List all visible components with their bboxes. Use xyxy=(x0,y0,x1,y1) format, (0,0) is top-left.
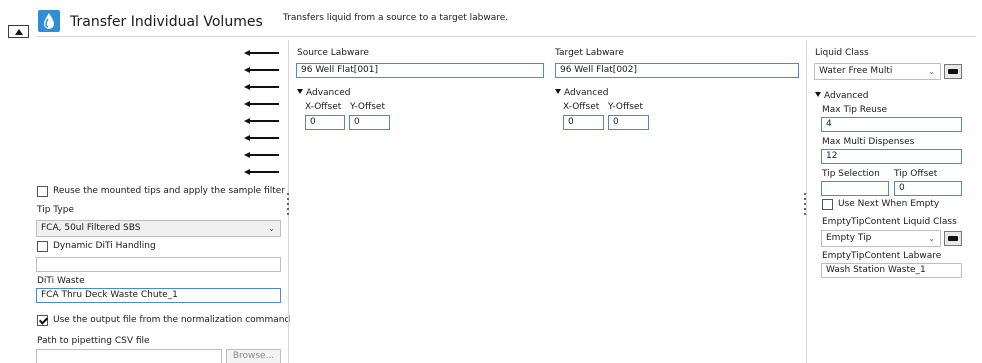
splitter-grip-icon[interactable] xyxy=(804,193,807,219)
expand-triangle-icon xyxy=(815,92,821,97)
source-x-offset-label: X-Offset xyxy=(305,102,342,112)
black-arrow-marker-icon xyxy=(244,84,279,90)
use-output-label: Use the output file from the normalizati… xyxy=(53,315,291,325)
liquid-class-label: Liquid Class xyxy=(815,48,869,58)
liquid-class-editor-icon[interactable] xyxy=(944,64,962,79)
use-next-when-empty-checkbox[interactable] xyxy=(822,199,833,210)
splitter-grip-icon[interactable] xyxy=(287,193,290,219)
target-y-offset-field[interactable]: 0 xyxy=(608,115,649,130)
expand-triangle-icon xyxy=(297,89,303,94)
liquid-advanced-toggle[interactable]: Advanced xyxy=(815,91,868,101)
source-x-offset-field[interactable]: 0 xyxy=(305,115,345,130)
target-labware-field[interactable]: 96 Well Flat[002] xyxy=(555,63,799,78)
dynamic-diti-label: Dynamic DiTi Handling xyxy=(53,241,156,251)
black-arrow-marker-icon xyxy=(244,152,279,158)
tip-offset-field[interactable]: 0 xyxy=(894,181,962,196)
expand-triangle-icon xyxy=(555,89,561,94)
use-next-when-empty-label: Use Next When Empty xyxy=(838,199,940,209)
diti-waste-label: DiTi Waste xyxy=(37,276,85,286)
dynamic-diti-checkbox[interactable] xyxy=(37,241,48,252)
max-tip-reuse-field[interactable]: 4 xyxy=(821,117,962,132)
black-arrow-marker-icon xyxy=(244,67,279,73)
water-drop-icon xyxy=(38,10,60,32)
tip-type-label: Tip Type xyxy=(37,205,74,215)
black-arrow-marker-icon xyxy=(244,118,279,124)
dynamic-diti-field[interactable] xyxy=(36,257,281,272)
browse-button[interactable]: Browse... xyxy=(226,349,281,363)
target-x-offset-field[interactable]: 0 xyxy=(563,115,604,130)
tip-type-value: FCA, 50ul Filtered SBS xyxy=(41,223,141,233)
use-output-checkbox[interactable] xyxy=(37,315,48,326)
target-x-offset-label: X-Offset xyxy=(563,102,600,112)
source-advanced-toggle[interactable]: Advanced xyxy=(297,88,350,98)
collapse-triangle-icon xyxy=(15,29,23,35)
header-divider xyxy=(36,36,976,37)
empty-tip-liquid-class-value: Empty Tip xyxy=(826,233,872,243)
command-description: Transfers liquid from a source to a targ… xyxy=(283,13,509,23)
liquid-class-select[interactable]: Water Free Multi ⌄ xyxy=(814,63,941,80)
tip-type-select[interactable]: FCA, 50ul Filtered SBS ⌄ xyxy=(36,220,281,237)
max-tip-reuse-label: Max Tip Reuse xyxy=(822,105,888,115)
source-labware-label: Source Labware xyxy=(297,48,369,58)
chevron-down-icon: ⌄ xyxy=(928,67,935,76)
empty-tip-labware-field[interactable]: Wash Station Waste_1 xyxy=(821,263,962,278)
target-labware-label: Target Labware xyxy=(555,48,624,58)
max-multi-dispenses-label: Max Multi Dispenses xyxy=(822,137,915,147)
diti-waste-field[interactable]: FCA Thru Deck Waste Chute_1 xyxy=(36,288,281,303)
tip-selection-label: Tip Selection xyxy=(822,169,880,179)
max-multi-dispenses-field[interactable]: 12 xyxy=(821,149,962,164)
empty-tip-labware-label: EmptyTipContent Labware xyxy=(822,251,942,261)
source-y-offset-label: Y-Offset xyxy=(350,102,385,112)
black-arrow-marker-icon xyxy=(244,50,279,56)
black-arrow-marker-icon xyxy=(244,135,279,141)
collapse-panel-button[interactable] xyxy=(8,25,29,38)
target-y-offset-label: Y-Offset xyxy=(608,102,643,112)
csv-path-field[interactable] xyxy=(36,349,222,363)
chevron-down-icon: ⌄ xyxy=(268,224,275,233)
liquid-advanced-label: Advanced xyxy=(824,91,869,101)
tip-offset-label: Tip Offset xyxy=(894,169,938,179)
tip-selection-field[interactable] xyxy=(821,181,889,196)
black-arrow-marker-icon xyxy=(244,101,279,107)
empty-tip-liquid-class-label: EmptyTipContent Liquid Class xyxy=(822,217,957,227)
source-advanced-label: Advanced xyxy=(306,88,351,98)
target-advanced-toggle[interactable]: Advanced xyxy=(555,88,608,98)
empty-tip-liquid-class-select[interactable]: Empty Tip ⌄ xyxy=(821,230,941,247)
csv-path-label: Path to pipetting CSV file xyxy=(37,336,150,346)
source-y-offset-field[interactable]: 0 xyxy=(349,115,390,130)
chevron-down-icon: ⌄ xyxy=(928,234,935,243)
reuse-tips-label: Reuse the mounted tips and apply the sam… xyxy=(53,186,285,196)
source-labware-field[interactable]: 96 Well Flat[001] xyxy=(296,63,544,78)
liquid-class-value: Water Free Multi xyxy=(819,66,893,76)
target-advanced-label: Advanced xyxy=(564,88,609,98)
liquid-class-editor-icon[interactable] xyxy=(944,231,962,246)
black-arrow-marker-icon xyxy=(244,169,279,175)
command-title: Transfer Individual Volumes xyxy=(70,14,263,30)
reuse-tips-checkbox[interactable] xyxy=(37,186,48,197)
